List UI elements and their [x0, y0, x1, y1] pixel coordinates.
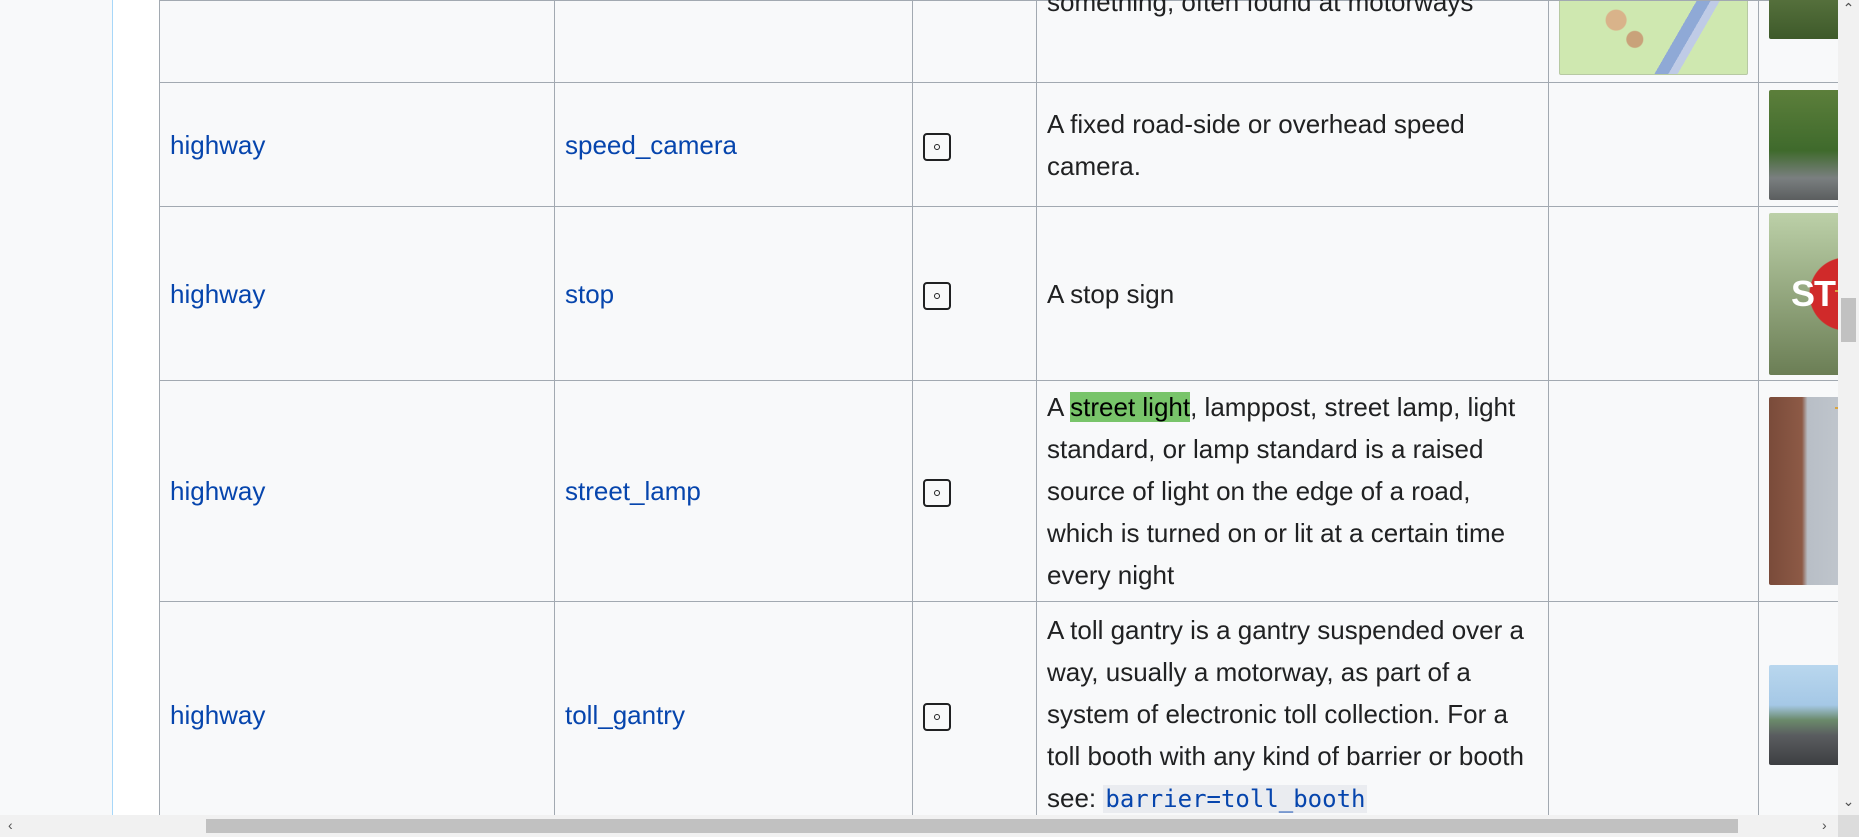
key-link[interactable]: highway: [170, 130, 265, 160]
rendering-cell: [1548, 380, 1759, 602]
node-icon[interactable]: [923, 702, 951, 731]
photo-cell: [1758, 0, 1838, 83]
description-cell: A toll gantry is a gantry suspended over…: [1036, 601, 1549, 815]
key-link[interactable]: highway: [170, 476, 265, 506]
value-cell: toll_gantry: [554, 601, 913, 815]
description-text: A fixed road-side or overhead speed came…: [1047, 108, 1465, 181]
value-link[interactable]: speed_camera: [565, 130, 737, 160]
horizontal-scroll-thumb[interactable]: [206, 819, 1738, 833]
key-cell: highway: [159, 206, 555, 381]
key-cell: [159, 0, 555, 83]
scroll-up-arrow-icon[interactable]: ⌃: [1838, 0, 1859, 17]
description-cell: A fixed road-side or overhead speed came…: [1036, 82, 1549, 207]
rendering-cell: [1548, 206, 1759, 381]
node-icon[interactable]: [923, 479, 951, 508]
horizontal-scrollbar[interactable]: ‹ ›: [0, 815, 1838, 837]
photo-cell: ST: [1758, 206, 1838, 381]
rendering-cell: [1548, 601, 1759, 815]
element-cell: [912, 0, 1037, 83]
rendering-cell: [1548, 0, 1759, 83]
table-row: highway street_lamp A street light, lamp…: [159, 380, 1838, 602]
tag-value-link[interactable]: toll_booth: [1221, 785, 1366, 813]
value-link[interactable]: toll_gantry: [565, 700, 685, 730]
table-row: something, often found at motorways: [159, 0, 1838, 83]
element-cell: [912, 82, 1037, 207]
photo-cell: [1758, 82, 1838, 207]
node-icon[interactable]: [923, 132, 951, 161]
value-cell: stop: [554, 206, 913, 381]
table-row: highway toll_gantry A toll gantry is a g…: [159, 601, 1838, 815]
description-text: A toll gantry is a gantry suspended over…: [1047, 615, 1524, 813]
scroll-right-arrow-icon[interactable]: ›: [1822, 817, 1827, 833]
rendering-cell: [1548, 82, 1759, 207]
key-link[interactable]: highway: [170, 700, 265, 730]
value-cell: [554, 0, 913, 83]
scroll-left-arrow-icon[interactable]: ‹: [8, 817, 13, 833]
table-row: highway speed_camera A fixed road-side o…: [159, 82, 1838, 207]
key-cell: highway: [159, 82, 555, 207]
value-link[interactable]: stop: [565, 279, 614, 309]
stop-sign-photo[interactable]: ST: [1769, 212, 1838, 375]
features-table-container: something, often found at motorways high…: [159, 0, 1838, 815]
description-cell: A stop sign: [1036, 206, 1549, 381]
description-cell: A street light, lamppost, street lamp, l…: [1036, 380, 1549, 602]
search-highlight: street light: [1070, 392, 1191, 422]
photo-image[interactable]: [1769, 0, 1838, 39]
element-cell: [912, 206, 1037, 381]
vertical-scrollbar[interactable]: ⌃ ⌄: [1838, 0, 1859, 815]
photo-image[interactable]: [1769, 89, 1838, 200]
scroll-down-arrow-icon[interactable]: ⌄: [1838, 793, 1859, 810]
value-cell: street_lamp: [554, 380, 913, 602]
key-cell: highway: [159, 380, 555, 602]
element-cell: [912, 380, 1037, 602]
left-sidebar-gutter: [0, 0, 113, 815]
value-link[interactable]: street_lamp: [565, 476, 701, 506]
map-rendering-image[interactable]: [1559, 0, 1748, 75]
element-cell: [912, 601, 1037, 815]
description-text: A stop sign: [1047, 278, 1175, 309]
description-pre: A: [1047, 392, 1071, 422]
scrollbar-corner: [1838, 815, 1859, 837]
node-icon[interactable]: [923, 281, 951, 310]
description-text: something, often found at motorways: [1047, 0, 1474, 17]
table-row: highway stop A stop sign ST: [159, 206, 1838, 381]
vertical-scroll-thumb[interactable]: [1841, 298, 1856, 342]
tag-key-link[interactable]: barrier: [1105, 785, 1206, 813]
key-link[interactable]: highway: [170, 279, 265, 309]
value-cell: speed_camera: [554, 82, 913, 207]
stop-sign-photo-text: ST: [1791, 272, 1836, 314]
key-cell: highway: [159, 601, 555, 815]
tag-code: barrier=toll_booth: [1103, 785, 1368, 813]
features-table: something, often found at motorways high…: [159, 0, 1838, 815]
photo-image[interactable]: [1769, 664, 1838, 765]
tag-equals: =: [1206, 785, 1221, 813]
photo-cell: [1758, 380, 1838, 602]
photo-cell: [1758, 601, 1838, 815]
photo-image[interactable]: [1769, 397, 1838, 585]
description-cell: something, often found at motorways: [1036, 0, 1549, 83]
